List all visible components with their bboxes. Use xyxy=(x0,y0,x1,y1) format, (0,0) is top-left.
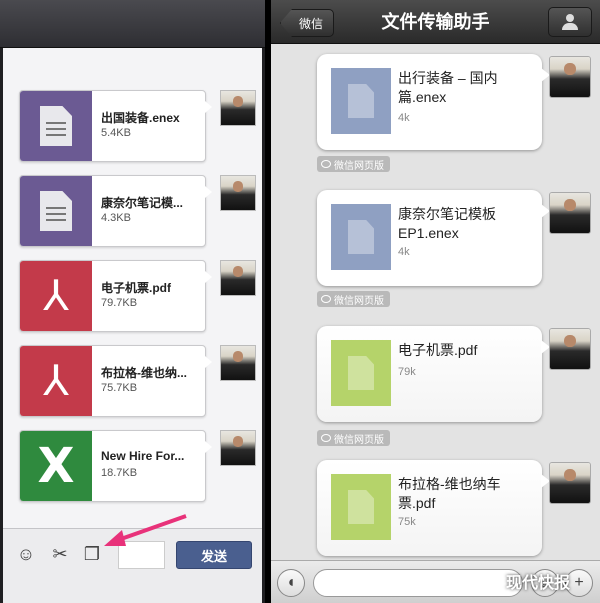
file-name: 电子机票.pdf xyxy=(398,342,478,358)
file-message[interactable]: 电子机票.pdf 79k xyxy=(317,326,550,422)
avatar[interactable] xyxy=(220,90,256,126)
avatar[interactable] xyxy=(220,345,256,381)
smiley-icon[interactable]: ☺ xyxy=(531,569,559,597)
file-message[interactable]: 康奈尔笔记模板EP1.enex 4k xyxy=(317,190,550,286)
source-tag: 微信网页版 xyxy=(317,291,390,307)
input-bar: ◖ ☺ + 现代快报 xyxy=(271,560,600,603)
file-size: 79k xyxy=(398,366,416,378)
scissors-icon[interactable]: ✂ xyxy=(49,543,71,565)
chat-area[interactable]: 出国装备.enex 5.4KB 康奈尔笔记模... 4.3KB ⅄ 电子机票.p… xyxy=(3,48,262,528)
input-toolbar: ☺ ✂ ❐ 发送 xyxy=(3,528,262,603)
back-button[interactable]: 微信 xyxy=(280,9,335,37)
file-size: 18.7KB xyxy=(101,467,138,479)
file-name: 出国装备.enex xyxy=(101,111,180,125)
smiley-icon[interactable]: ☺ xyxy=(15,543,37,565)
source-tag: 微信网页版 xyxy=(317,156,390,172)
chat-bubble-icon xyxy=(321,295,331,303)
document-icon xyxy=(331,340,391,406)
message-input[interactable] xyxy=(313,569,523,597)
chat-bubble-icon xyxy=(321,434,331,442)
file-name: 康奈尔笔记模... xyxy=(101,196,184,210)
avatar[interactable] xyxy=(220,260,256,296)
file-name: 康奈尔笔记模板EP1.enex xyxy=(398,206,496,241)
title-bar xyxy=(0,0,265,48)
avatar[interactable] xyxy=(549,462,591,504)
avatar[interactable] xyxy=(549,192,591,234)
file-message[interactable]: 康奈尔笔记模... 4.3KB xyxy=(19,175,212,247)
desktop-client: 出国装备.enex 5.4KB 康奈尔笔记模... 4.3KB ⅄ 电子机票.p… xyxy=(0,0,265,603)
document-icon xyxy=(331,474,391,540)
pdf-icon: ⅄ xyxy=(20,346,92,416)
file-size: 75.7KB xyxy=(101,382,138,394)
file-message[interactable]: ⅄ 布拉格-维也纳... 75.7KB xyxy=(19,345,212,417)
document-icon xyxy=(20,176,92,246)
avatar[interactable] xyxy=(549,328,591,370)
avatar[interactable] xyxy=(220,430,256,466)
file-size: 75k xyxy=(398,516,416,528)
source-tag: 微信网页版 xyxy=(317,430,390,446)
document-icon xyxy=(331,68,391,134)
file-message[interactable]: 出国装备.enex 5.4KB xyxy=(19,90,212,162)
phone-client: 微信 文件传输助手 出行装备 – 国内篇.enex 4k 微信网页版 康奈尔笔记… xyxy=(271,0,600,603)
document-icon xyxy=(20,91,92,161)
send-button[interactable]: 发送 xyxy=(176,541,252,569)
file-name: 布拉格-维也纳... xyxy=(101,366,187,380)
nav-bar: 微信 文件传输助手 xyxy=(271,0,600,44)
file-name: 布拉格-维也纳车票.pdf xyxy=(398,476,501,511)
plus-icon[interactable]: + xyxy=(565,569,593,597)
file-size: 79.7KB xyxy=(101,297,138,309)
chat-bubble-icon xyxy=(321,160,331,168)
file-size: 5.4KB xyxy=(101,127,131,139)
pdf-icon: ⅄ xyxy=(20,261,92,331)
file-size: 4.3KB xyxy=(101,212,131,224)
avatar[interactable] xyxy=(549,56,591,98)
file-size: 4k xyxy=(398,246,410,258)
file-size: 4k xyxy=(398,112,410,124)
file-name: 出行装备 – 国内篇.enex xyxy=(398,70,498,105)
person-icon xyxy=(562,14,578,30)
voice-icon[interactable]: ◖ xyxy=(277,569,305,597)
file-message[interactable]: 布拉格-维也纳车票.pdf 75k xyxy=(317,460,550,556)
file-message[interactable]: ⅄ 电子机票.pdf 79.7KB xyxy=(19,260,212,332)
avatar[interactable] xyxy=(220,175,256,211)
document-icon xyxy=(331,204,391,270)
file-message[interactable]: X New Hire For... 18.7KB xyxy=(19,430,212,502)
excel-icon: X xyxy=(20,431,92,501)
file-icon[interactable]: ❐ xyxy=(81,543,103,565)
file-name: 电子机票.pdf xyxy=(101,281,171,295)
profile-button[interactable] xyxy=(548,7,592,37)
message-input[interactable] xyxy=(118,541,165,569)
file-name: New Hire For... xyxy=(101,449,185,463)
file-message[interactable]: 出行装备 – 国内篇.enex 4k xyxy=(317,54,550,150)
